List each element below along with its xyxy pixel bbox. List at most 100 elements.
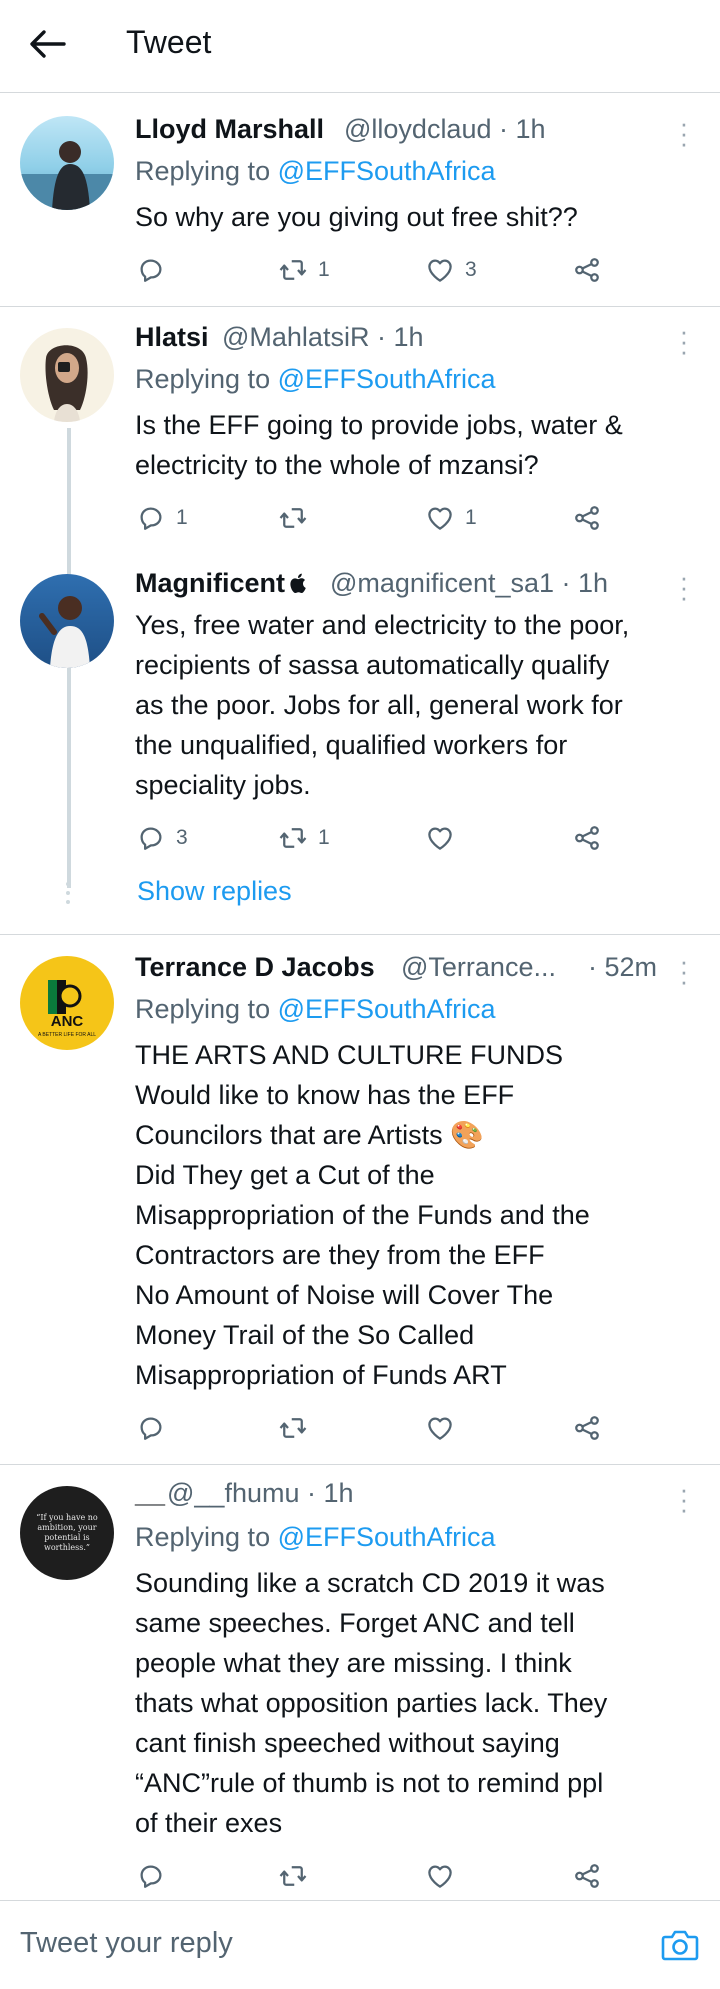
replying-to: Replying to @EFFSouthAfrica bbox=[135, 156, 496, 187]
reply-button[interactable] bbox=[136, 252, 176, 288]
avatar[interactable] bbox=[20, 328, 114, 422]
reply-button[interactable]: 3 bbox=[136, 820, 188, 856]
author-name[interactable]: __ bbox=[135, 1478, 165, 1509]
thread-dots bbox=[66, 882, 70, 909]
replying-handle-link[interactable]: @EFFSouthAfrica bbox=[278, 994, 496, 1024]
retweet-button[interactable]: 1 bbox=[278, 820, 330, 856]
author-name[interactable]: Lloyd Marshall bbox=[135, 114, 324, 145]
avatar[interactable]: “If you have no ambition, your potential… bbox=[20, 1486, 114, 1580]
show-replies-link[interactable]: Show replies bbox=[137, 876, 292, 907]
retweet-icon bbox=[278, 823, 308, 853]
tweet-text: So why are you giving out free shit?? bbox=[135, 202, 578, 232]
tweet-time: · 52m bbox=[588, 952, 658, 982]
author-meta: @__fhumu · 1h bbox=[167, 1478, 354, 1508]
back-arrow-icon[interactable] bbox=[28, 26, 68, 62]
replying-label: Replying to bbox=[135, 994, 278, 1024]
divider bbox=[0, 306, 720, 307]
more-icon[interactable]: · · · bbox=[674, 318, 694, 364]
apple-icon bbox=[290, 573, 306, 593]
like-icon bbox=[425, 1861, 455, 1891]
author-name-text: Magnificent bbox=[135, 568, 286, 598]
replying-label: Replying to bbox=[135, 156, 278, 186]
avatar-quote-text: “If you have no ambition, your potential… bbox=[36, 1513, 98, 1552]
share-button[interactable] bbox=[572, 500, 602, 536]
divider bbox=[0, 1464, 720, 1465]
share-button[interactable] bbox=[572, 252, 602, 288]
avatar[interactable] bbox=[20, 574, 114, 668]
like-count: 3 bbox=[465, 258, 477, 281]
reply-count: 3 bbox=[176, 826, 188, 849]
like-button[interactable] bbox=[425, 820, 465, 856]
share-icon bbox=[572, 503, 602, 533]
reply-button[interactable]: 1 bbox=[136, 500, 188, 536]
like-icon bbox=[425, 255, 455, 285]
camera-icon[interactable] bbox=[660, 1927, 700, 1963]
retweet-button[interactable] bbox=[278, 500, 318, 536]
divider bbox=[0, 92, 720, 93]
retweet-button[interactable] bbox=[278, 1858, 318, 1894]
author-name[interactable]: Magnificent bbox=[135, 568, 309, 599]
reply-button[interactable] bbox=[136, 1410, 176, 1446]
anc-logo-text: ANC bbox=[51, 1013, 84, 1030]
author-meta: @MahlatsiR · 1h bbox=[222, 322, 424, 352]
replying-to: Replying to @EFFSouthAfrica bbox=[135, 1522, 496, 1553]
author-name[interactable]: Hlatsi bbox=[135, 322, 209, 353]
replying-handle-link[interactable]: @EFFSouthAfrica bbox=[278, 1522, 496, 1552]
reply-icon bbox=[136, 1861, 166, 1891]
tweet-text: Is the EFF going to provide jobs, water … bbox=[135, 410, 623, 480]
share-button[interactable] bbox=[572, 1410, 602, 1446]
retweet-count: 1 bbox=[318, 826, 330, 849]
replying-handle-link[interactable]: @EFFSouthAfrica bbox=[278, 364, 496, 394]
share-icon bbox=[572, 823, 602, 853]
like-button[interactable]: 3 bbox=[425, 252, 477, 288]
replying-to: Replying to @EFFSouthAfrica bbox=[135, 364, 496, 395]
share-button[interactable] bbox=[572, 1858, 602, 1894]
page-title: Tweet bbox=[126, 24, 212, 60]
replying-label: Replying to bbox=[135, 364, 278, 394]
like-icon bbox=[425, 1413, 455, 1443]
top-bar: Tweet bbox=[0, 0, 720, 92]
reply-icon bbox=[136, 503, 166, 533]
avatar[interactable] bbox=[20, 116, 114, 210]
tweet-text: Yes, free water and electricity to the p… bbox=[135, 610, 630, 800]
anc-slogan-text: A BETTER LIFE FOR ALL bbox=[38, 1032, 96, 1038]
divider bbox=[0, 934, 720, 935]
like-icon bbox=[425, 823, 455, 853]
author-meta: @magnificent_sa1 · 1h bbox=[330, 568, 609, 598]
replying-label: Replying to bbox=[135, 1522, 278, 1552]
replying-to: Replying to @EFFSouthAfrica bbox=[135, 994, 496, 1025]
replying-handle-link[interactable]: @EFFSouthAfrica bbox=[278, 156, 496, 186]
like-button[interactable] bbox=[425, 1858, 465, 1894]
author-name[interactable]: Terrance D Jacobs bbox=[135, 952, 375, 983]
retweet-icon bbox=[278, 503, 308, 533]
retweet-icon bbox=[278, 1413, 308, 1443]
like-icon bbox=[425, 503, 455, 533]
share-icon bbox=[572, 255, 602, 285]
more-icon[interactable]: · · · bbox=[674, 948, 694, 994]
more-icon[interactable]: · · · bbox=[674, 564, 694, 610]
reply-button[interactable] bbox=[136, 1858, 176, 1894]
author-meta: @lloydclaud · 1h bbox=[344, 114, 546, 144]
like-button[interactable]: 1 bbox=[425, 500, 477, 536]
retweet-count: 1 bbox=[318, 258, 330, 281]
more-icon[interactable]: · · · bbox=[674, 1476, 694, 1522]
reply-icon bbox=[136, 1413, 166, 1443]
reply-icon bbox=[136, 823, 166, 853]
retweet-icon bbox=[278, 1861, 308, 1891]
tweet-text: Sounding like a scratch CD 2019 it was s… bbox=[135, 1568, 608, 1838]
share-button[interactable] bbox=[572, 820, 602, 856]
like-button[interactable] bbox=[425, 1410, 465, 1446]
reply-input[interactable]: Tweet your reply bbox=[20, 1927, 233, 1960]
reply-icon bbox=[136, 255, 166, 285]
more-icon[interactable]: · · · bbox=[674, 110, 694, 156]
tweet-text: THE ARTS AND CULTURE FUNDS Would like to… bbox=[135, 1040, 590, 1390]
share-icon bbox=[572, 1861, 602, 1891]
avatar[interactable]: ANC A BETTER LIFE FOR ALL bbox=[20, 956, 114, 1050]
like-count: 1 bbox=[465, 506, 477, 529]
reply-count: 1 bbox=[176, 506, 188, 529]
retweet-button[interactable] bbox=[278, 1410, 318, 1446]
retweet-icon bbox=[278, 255, 308, 285]
retweet-button[interactable]: 1 bbox=[278, 252, 330, 288]
author-meta: @Terrance... bbox=[401, 952, 556, 982]
reply-composer: Tweet your reply bbox=[0, 1900, 720, 1989]
